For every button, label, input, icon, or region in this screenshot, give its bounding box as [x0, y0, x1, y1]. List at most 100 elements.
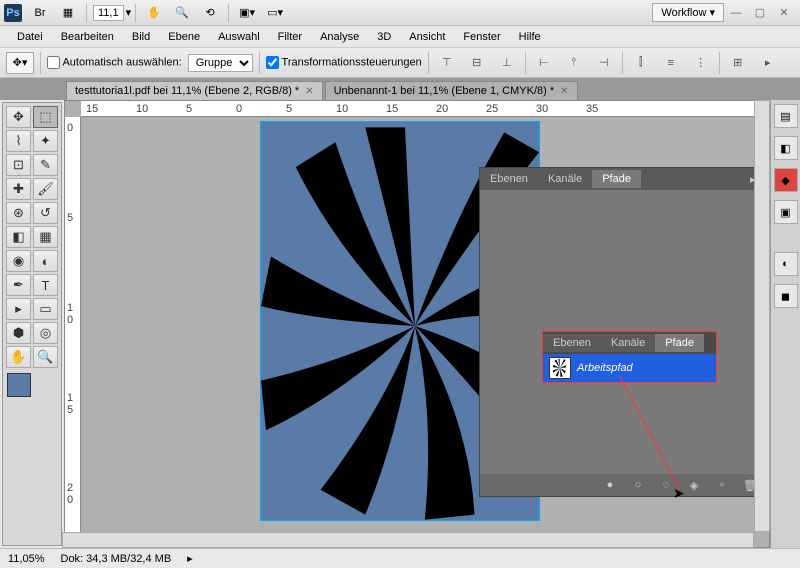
eraser-tool[interactable]: ◧ [6, 226, 31, 248]
bridge-icon[interactable]: Br [27, 3, 53, 23]
path-select-tool[interactable]: ▸ [6, 298, 31, 320]
menu-fenster[interactable]: Fenster [454, 28, 509, 46]
scrollbar-horizontal[interactable] [62, 532, 754, 548]
subpanel-tab-kanaele[interactable]: Kanäle [601, 334, 655, 352]
menu-bild[interactable]: Bild [123, 28, 159, 46]
dock-styles-icon[interactable]: ▣ [774, 200, 798, 224]
ruler-vertical[interactable]: 051 01 52 0 [65, 117, 81, 547]
document-tab[interactable]: testtutoria1l.pdf bei 11,1% (Ebene 2, RG… [66, 81, 323, 100]
dock-history-icon[interactable]: ▤ [774, 104, 798, 128]
align-left-icon[interactable]: ⊢ [532, 52, 556, 74]
auto-align-icon[interactable]: ⊞ [726, 52, 750, 74]
right-dock: ▤ ◧ ◆ ▣ ◐ ◼ [770, 100, 800, 548]
panel-tab-kanaele[interactable]: Kanäle [538, 170, 592, 188]
dock-adjust-icon[interactable]: ◐ [774, 252, 798, 276]
align-middle-icon[interactable]: ⊟ [465, 52, 489, 74]
status-doc-size[interactable]: Dok: 34,3 MB/32,4 MB [61, 553, 172, 565]
move-tool[interactable]: ✥ [6, 106, 31, 128]
auto-select-dropdown[interactable]: Gruppe [188, 54, 253, 72]
auto-select-checkbox[interactable]: Automatisch auswählen: [47, 56, 182, 69]
menu-ansicht[interactable]: Ansicht [400, 28, 454, 46]
heal-tool[interactable]: ✚ [6, 178, 31, 200]
dodge-tool[interactable]: ◐ [33, 250, 58, 272]
brush-tool[interactable]: 🖌 [33, 178, 58, 200]
zoom-value[interactable]: 11,1 [93, 5, 124, 21]
options-bar: ✥▾ Automatisch auswählen: Gruppe Transfo… [0, 48, 800, 78]
menu-analyse[interactable]: Analyse [311, 28, 368, 46]
stroke-path-icon[interactable]: ○ [630, 477, 646, 493]
make-work-path-icon[interactable]: ◈ [686, 477, 702, 493]
close-tab-icon[interactable]: ✕ [560, 86, 568, 97]
align-center-icon[interactable]: ⫯ [562, 52, 586, 74]
ruler-horizontal[interactable]: 1510505101520253035 [81, 101, 769, 117]
menu-bar: Datei Bearbeiten Bild Ebene Auswahl Filt… [0, 26, 800, 48]
dock-color-icon[interactable]: ◧ [774, 136, 798, 160]
wand-tool[interactable]: ✦ [33, 130, 58, 152]
maximize-icon[interactable]: ▢ [750, 6, 770, 19]
dock-swatch-icon[interactable]: ◆ [774, 168, 798, 192]
toolbox: ✥⬚ ⌇✦ ⊡✎ ✚🖌 ⊛↺ ◧▦ ◉◐ ✒T ▸▭ ⬢◎ ✋🔍 [2, 102, 62, 546]
dock-mask-icon[interactable]: ◼ [774, 284, 798, 308]
status-zoom[interactable]: 11,05% [8, 553, 45, 565]
close-icon[interactable]: ✕ [774, 6, 794, 19]
crop-tool[interactable]: ⊡ [6, 154, 31, 176]
menu-3d[interactable]: 3D [368, 28, 400, 46]
flyout-icon[interactable]: ▸ [756, 52, 780, 74]
zoom-tool[interactable]: 🔍 [33, 346, 58, 368]
subpanel-tab-ebenen[interactable]: Ebenen [543, 334, 601, 352]
transform-checkbox[interactable]: Transformationssteuerungen [266, 56, 422, 69]
minimize-icon[interactable]: — [726, 7, 746, 19]
photoshop-icon: Ps [4, 4, 22, 22]
menu-auswahl[interactable]: Auswahl [209, 28, 269, 46]
menu-datei[interactable]: Datei [8, 28, 52, 46]
canvas-area[interactable]: 1510505101520253035 051 01 52 0 [64, 100, 770, 548]
new-path-icon[interactable]: ▫ [714, 477, 730, 493]
fill-path-icon[interactable]: ● [602, 477, 618, 493]
align-right-icon[interactable]: ⊣ [592, 52, 616, 74]
type-tool[interactable]: T [33, 274, 58, 296]
history-brush-tool[interactable]: ↺ [33, 202, 58, 224]
distribute-v-icon[interactable]: ≡ [659, 52, 683, 74]
distribute-icon[interactable]: ⋮ [689, 52, 713, 74]
document-tabs: testtutoria1l.pdf bei 11,1% (Ebene 2, RG… [0, 78, 800, 100]
panel-tab-ebenen[interactable]: Ebenen [480, 170, 538, 188]
move-tool-indicator[interactable]: ✥▾ [6, 52, 34, 74]
distribute-h-icon[interactable]: ⫿ [629, 52, 653, 74]
menu-filter[interactable]: Filter [269, 28, 311, 46]
workspace-selector[interactable]: Workflow ▾ [652, 3, 724, 22]
gradient-tool[interactable]: ▦ [33, 226, 58, 248]
document-tab[interactable]: Unbenannt-1 bei 11,1% (Ebene 1, CMYK/8) … [325, 81, 578, 100]
scrollbar-vertical[interactable] [754, 100, 770, 532]
rotate-icon[interactable]: ⟲ [197, 3, 223, 23]
lasso-tool[interactable]: ⌇ [6, 130, 31, 152]
status-arrow-icon[interactable]: ▸ [187, 552, 193, 565]
arrange-icon[interactable]: ▣▾ [234, 3, 260, 23]
titlebar: Ps Br ▦ 11,1▾ ✋ 🔍 ⟲ ▣▾ ▭▾ Workflow ▾ — ▢… [0, 0, 800, 26]
screen-mode-icon[interactable]: ▭▾ [262, 3, 288, 23]
panel-footer: ● ○ ◌ ◈ ▫ 🗑 [480, 474, 768, 496]
3d-camera-tool[interactable]: ◎ [33, 322, 58, 344]
zoom-icon[interactable]: 🔍 [169, 3, 195, 23]
marquee-tool[interactable]: ⬚ [33, 106, 58, 128]
align-top-icon[interactable]: ⊤ [435, 52, 459, 74]
film-icon[interactable]: ▦ [55, 3, 81, 23]
path-item[interactable]: Arbeitspfad [543, 354, 716, 382]
eyedropper-tool[interactable]: ✎ [33, 154, 58, 176]
load-selection-icon[interactable]: ◌ [658, 477, 674, 493]
blur-tool[interactable]: ◉ [6, 250, 31, 272]
path-name: Arbeitspfad [577, 362, 633, 374]
stamp-tool[interactable]: ⊛ [6, 202, 31, 224]
hand-icon[interactable]: ✋ [141, 3, 167, 23]
menu-hilfe[interactable]: Hilfe [510, 28, 550, 46]
close-tab-icon[interactable]: ✕ [305, 86, 313, 97]
subpanel-tab-pfade[interactable]: Pfade [655, 334, 704, 352]
menu-bearbeiten[interactable]: Bearbeiten [52, 28, 123, 46]
shape-tool[interactable]: ▭ [33, 298, 58, 320]
menu-ebene[interactable]: Ebene [159, 28, 209, 46]
hand-tool[interactable]: ✋ [6, 346, 31, 368]
panel-tab-pfade[interactable]: Pfade [592, 170, 641, 188]
align-bottom-icon[interactable]: ⊥ [495, 52, 519, 74]
foreground-color[interactable] [7, 373, 31, 397]
pen-tool[interactable]: ✒ [6, 274, 31, 296]
3d-tool[interactable]: ⬢ [6, 322, 31, 344]
